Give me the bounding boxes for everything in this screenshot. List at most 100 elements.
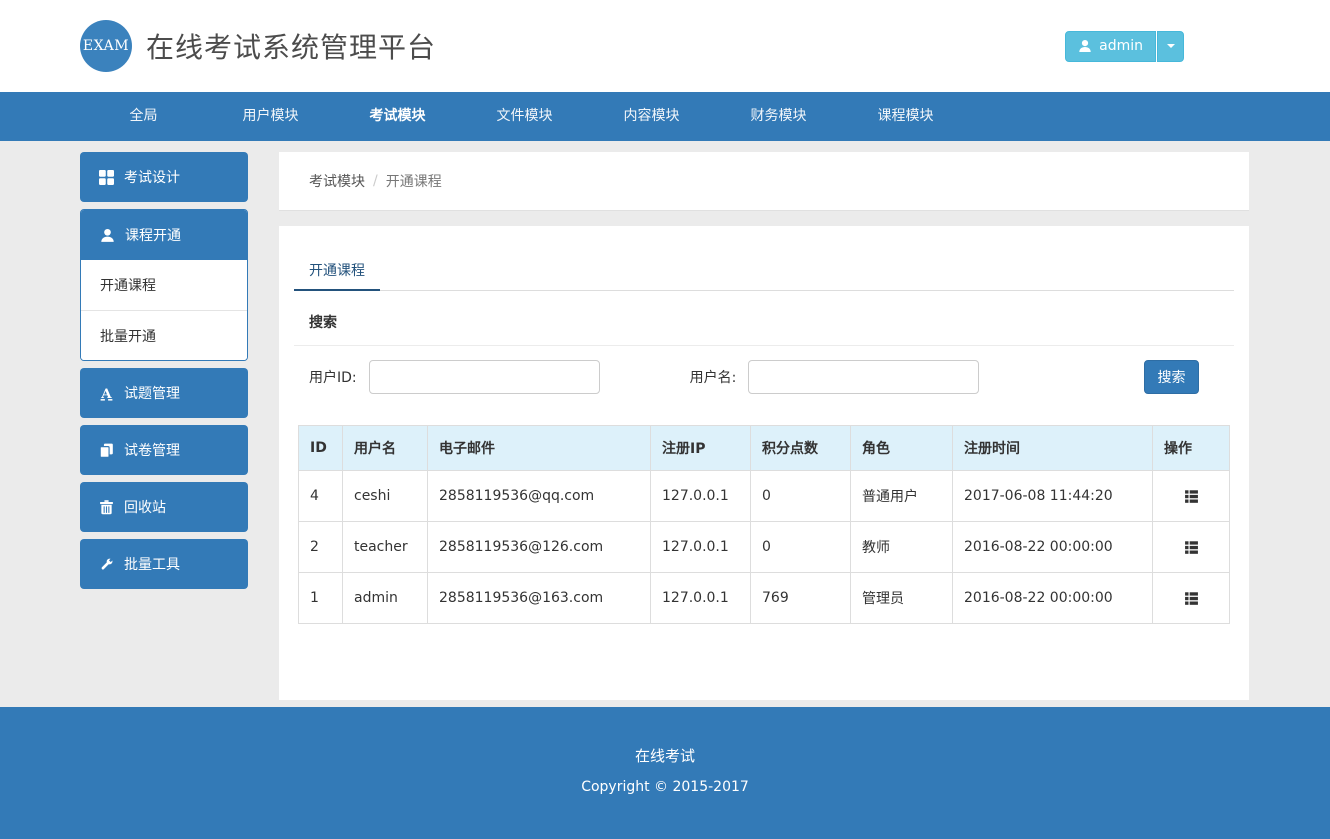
th-large-icon	[99, 170, 114, 185]
col-header-reg-ip: 注册IP	[651, 426, 751, 471]
breadcrumb-parent[interactable]: 考试模块	[309, 171, 365, 191]
breadcrumb-current: 开通课程	[386, 171, 442, 191]
col-header-reg-time: 注册时间	[953, 426, 1153, 471]
cell-ip: 127.0.0.1	[651, 573, 751, 624]
cell-role: 普通用户	[851, 471, 953, 522]
trash-icon	[99, 500, 114, 515]
table-row: 1 admin 2858119536@163.com 127.0.0.1 769…	[299, 573, 1230, 624]
table-header-row: ID 用户名 电子邮件 注册IP 积分点数 角色 注册时间 操作	[299, 426, 1230, 471]
exam-logo: EXAM	[80, 20, 132, 72]
cell-username: admin	[343, 573, 428, 624]
col-header-role: 角色	[851, 426, 953, 471]
sidebar-item-label: 课程开通	[125, 225, 181, 245]
cell-ops	[1153, 573, 1230, 624]
sidebar-subitem-open-course[interactable]: 开通课程	[81, 260, 247, 310]
page-footer: 在线考试 Copyright © 2015-2017	[0, 707, 1330, 839]
content-panel: 开通课程 搜索 用户ID: 用户名: 搜索	[279, 226, 1249, 700]
col-header-ops: 操作	[1153, 426, 1230, 471]
cell-username: teacher	[343, 522, 428, 573]
sidebar-item-exam-design[interactable]: 考试设计	[80, 152, 248, 202]
cell-role: 教师	[851, 522, 953, 573]
cell-ops	[1153, 522, 1230, 573]
footer-copyright: Copyright © 2015-2017	[0, 779, 1330, 795]
tab-open-course[interactable]: 开通课程	[294, 250, 380, 291]
cell-points: 0	[751, 522, 851, 573]
cell-id: 2	[299, 522, 343, 573]
users-table-wrap: ID 用户名 电子邮件 注册IP 积分点数 角色 注册时间 操作	[298, 425, 1230, 624]
cell-reg-time: 2016-08-22 00:00:00	[953, 522, 1153, 573]
breadcrumb-separator: /	[373, 173, 378, 189]
sidebar-item-label: 试卷管理	[124, 440, 180, 460]
nav-item-finance-module[interactable]: 财务模块	[715, 92, 842, 141]
cell-ops	[1153, 471, 1230, 522]
th-list-icon[interactable]	[1184, 591, 1199, 606]
cell-email: 2858119536@163.com	[428, 573, 651, 624]
user-id-input[interactable]	[369, 360, 600, 394]
cell-reg-time: 2016-08-22 00:00:00	[953, 573, 1153, 624]
search-form: 用户ID: 用户名: 搜索	[309, 360, 1219, 394]
nav-item-user-module[interactable]: 用户模块	[207, 92, 334, 141]
nav-item-global[interactable]: 全局	[80, 92, 207, 141]
search-section-title: 搜索	[294, 291, 1234, 346]
nav-item-content-module[interactable]: 内容模块	[588, 92, 715, 141]
sidebar-item-label: 试题管理	[124, 383, 180, 403]
breadcrumb: 考试模块 / 开通课程	[279, 152, 1249, 211]
cell-role: 管理员	[851, 573, 953, 624]
cell-ip: 127.0.0.1	[651, 471, 751, 522]
app-header: EXAM 在线考试系统管理平台 admin	[0, 0, 1330, 92]
user-account-button[interactable]: admin	[1065, 31, 1156, 62]
cell-email: 2858119536@126.com	[428, 522, 651, 573]
user-id-label: 用户ID:	[309, 367, 357, 387]
sidebar-item-question-management[interactable]: A 试题管理	[80, 368, 248, 418]
cell-ip: 127.0.0.1	[651, 522, 751, 573]
page-title: 在线考试系统管理平台	[146, 26, 436, 66]
page-body: 考试设计 课程开通 开通课程 批量开通 A 试题管理	[0, 141, 1330, 707]
col-header-email: 电子邮件	[428, 426, 651, 471]
cell-reg-time: 2017-06-08 11:44:20	[953, 471, 1153, 522]
cell-points: 0	[751, 471, 851, 522]
sidebar-item-recycle-bin[interactable]: 回收站	[80, 482, 248, 532]
svg-text:A: A	[100, 386, 112, 401]
sidebar-subitem-batch-open[interactable]: 批量开通	[81, 310, 247, 360]
user-dropdown-toggle[interactable]	[1157, 31, 1184, 62]
nav-item-exam-module[interactable]: 考试模块	[334, 92, 461, 141]
cell-id: 4	[299, 471, 343, 522]
sidebar-item-label: 考试设计	[124, 167, 180, 187]
font-icon: A	[99, 386, 114, 401]
th-list-icon[interactable]	[1184, 489, 1199, 504]
nav-item-course-module[interactable]: 课程模块	[842, 92, 969, 141]
sidebar-item-batch-tools[interactable]: 批量工具	[80, 539, 248, 589]
cell-email: 2858119536@qq.com	[428, 471, 651, 522]
col-header-points: 积分点数	[751, 426, 851, 471]
sidebar-item-course-open[interactable]: 课程开通	[81, 210, 247, 260]
user-button-group: admin	[1065, 31, 1184, 62]
sidebar-group-course-open: 课程开通 开通课程 批量开通	[80, 209, 248, 361]
cell-username: ceshi	[343, 471, 428, 522]
th-list-icon[interactable]	[1184, 540, 1199, 555]
user-icon	[1078, 39, 1092, 53]
table-row: 2 teacher 2858119536@126.com 127.0.0.1 0…	[299, 522, 1230, 573]
nav-item-file-module[interactable]: 文件模块	[461, 92, 588, 141]
sidebar-item-label: 回收站	[124, 497, 166, 517]
sidebar-item-label: 批量工具	[124, 554, 180, 574]
tab-bar: 开通课程	[294, 226, 1234, 291]
user-icon	[100, 228, 115, 243]
user-name-input[interactable]	[748, 360, 979, 394]
logo-text: EXAM	[83, 38, 129, 54]
col-header-username: 用户名	[343, 426, 428, 471]
search-button[interactable]: 搜索	[1144, 360, 1199, 394]
wrench-icon	[99, 557, 114, 572]
top-navbar: 全局 用户模块 考试模块 文件模块 内容模块 财务模块 课程模块	[0, 92, 1330, 141]
sidebar: 考试设计 课程开通 开通课程 批量开通 A 试题管理	[80, 152, 248, 596]
cell-id: 1	[299, 573, 343, 624]
cell-points: 769	[751, 573, 851, 624]
table-row: 4 ceshi 2858119536@qq.com 127.0.0.1 0 普通…	[299, 471, 1230, 522]
user-name-label: 用户名:	[690, 367, 737, 387]
copy-icon	[99, 443, 114, 458]
footer-site-name: 在线考试	[0, 745, 1330, 766]
col-header-id: ID	[299, 426, 343, 471]
caret-down-icon	[1167, 44, 1175, 48]
sidebar-item-paper-management[interactable]: 试卷管理	[80, 425, 248, 475]
main-content: 考试模块 / 开通课程 开通课程 搜索 用户ID: 用户名: 搜索	[279, 152, 1249, 700]
users-table: ID 用户名 电子邮件 注册IP 积分点数 角色 注册时间 操作	[298, 425, 1230, 624]
